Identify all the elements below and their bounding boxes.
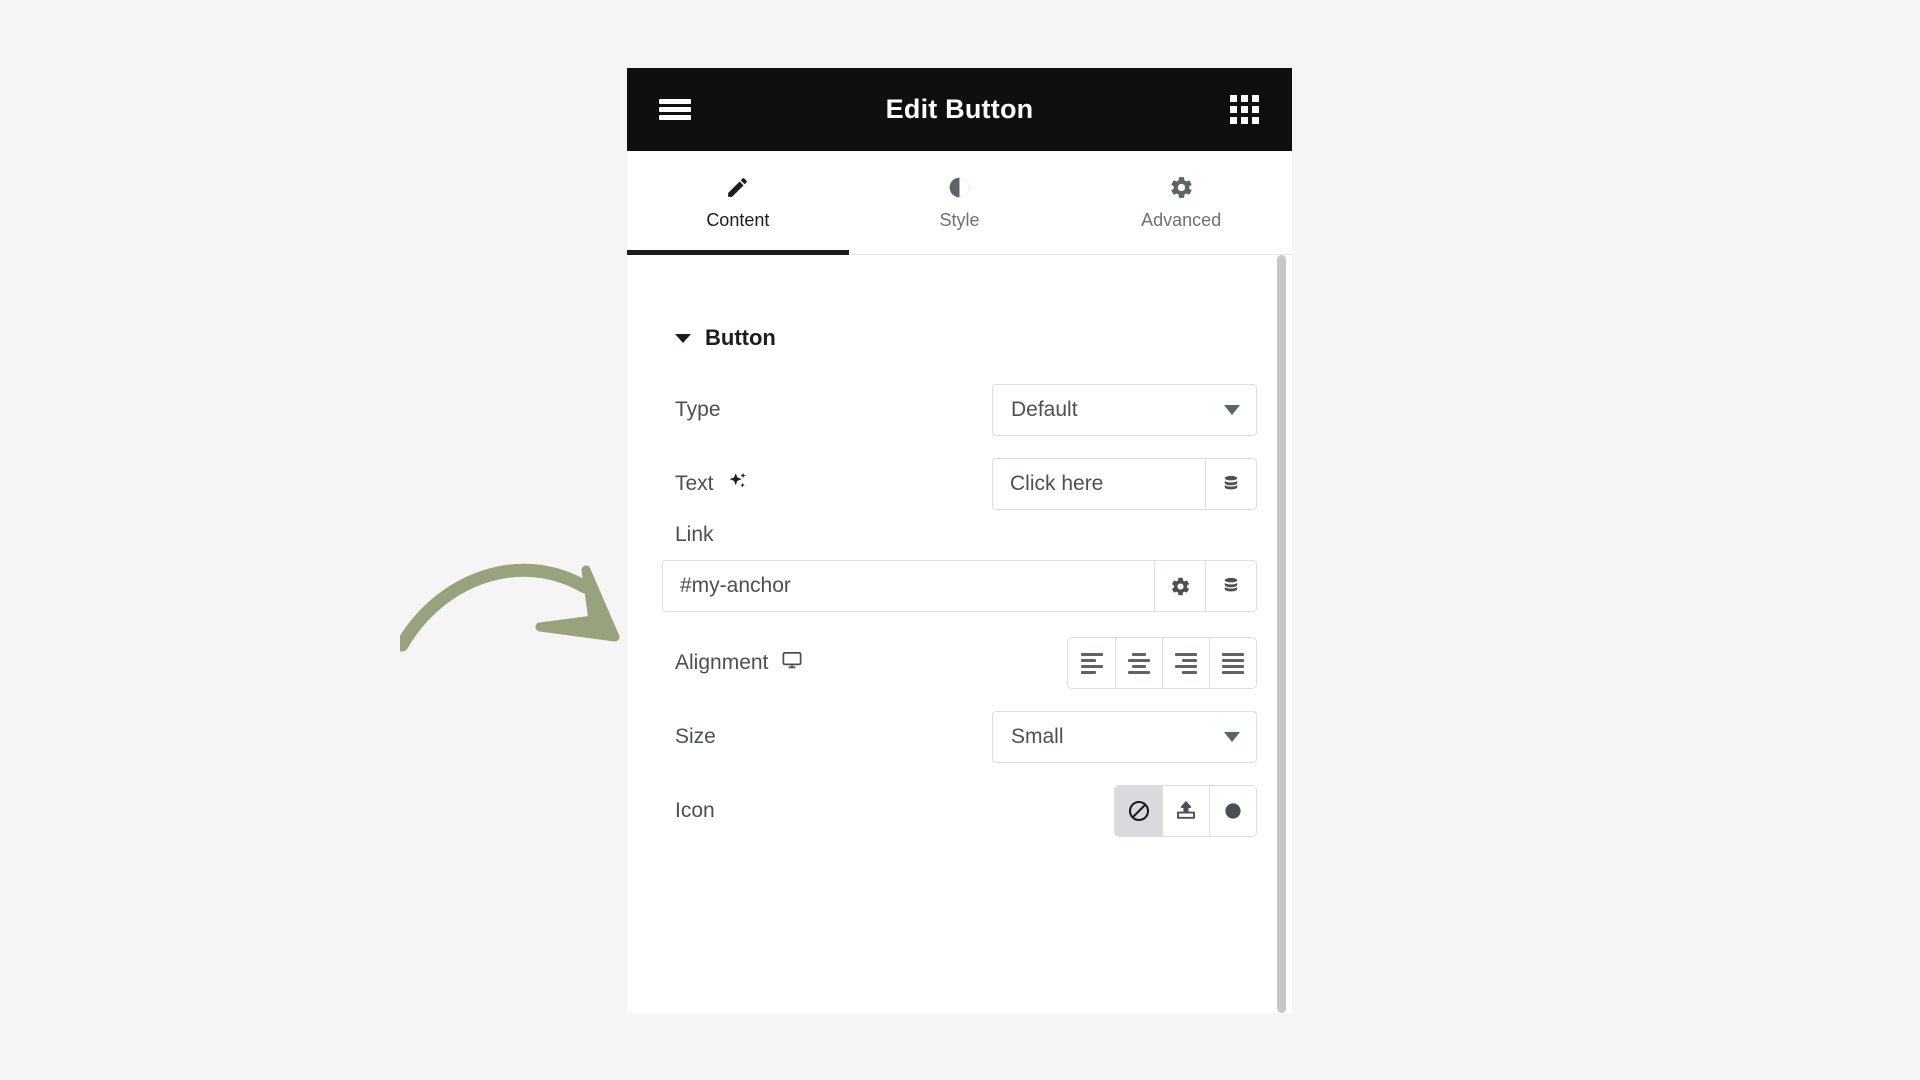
elementor-editor-panel: Edit Button Content Style Advanced Butto… [627,68,1292,1013]
size-select-value: Small [1011,725,1064,748]
ai-sparkle-icon[interactable] [727,470,749,498]
tab-advanced-label: Advanced [1141,210,1222,230]
tab-advanced[interactable]: Advanced [1070,151,1292,254]
alignment-label-wrap: Alignment [662,649,890,677]
control-row-icon: Icon [662,774,1257,848]
size-field: Small [890,711,1257,763]
grid-dot [1229,106,1237,113]
link-input[interactable]: #my-anchor [663,561,1154,611]
type-select[interactable]: Default [992,384,1257,436]
burger-bar [659,99,691,104]
grid-dot [1251,106,1259,113]
text-input-group: Click here [992,458,1257,510]
burger-bar [659,107,691,112]
screen: Edit Button Content Style Advanced Butto… [0,0,1920,1080]
text-dynamic-tag-button[interactable] [1205,459,1256,509]
chevron-down-icon [1224,732,1240,742]
desktop-icon[interactable] [781,649,803,677]
text-label-wrap: Text [662,470,890,498]
size-label-wrap: Size [662,725,890,749]
chevron-down-icon [1224,405,1240,415]
no-icon [1128,800,1149,822]
icon-choices [1114,785,1257,837]
pencil-icon [725,174,750,200]
size-label: Size [675,725,716,748]
type-label-wrap: Type [662,398,890,422]
size-select[interactable]: Small [992,711,1257,763]
grid-dot [1229,117,1237,124]
grid-dot [1251,117,1259,124]
grid-dot [1251,95,1259,102]
alignment-choices [1067,637,1257,689]
align-center-icon [1128,652,1150,674]
icon-field [890,785,1257,837]
section-button[interactable]: Button [662,255,1257,373]
align-justify-icon [1222,652,1244,674]
tab-style[interactable]: Style [849,151,1071,254]
icon-upload-svg-button[interactable] [1162,786,1209,836]
panel-tabs: Content Style Advanced [627,151,1292,255]
grid-dot [1240,106,1248,113]
type-field: Default [890,384,1257,436]
section-title: Button [705,325,776,350]
scrollbar-thumb[interactable] [1277,255,1286,1013]
control-row-type: Type Default [662,373,1257,447]
control-row-alignment: Alignment [662,626,1257,700]
tab-style-label: Style [939,210,980,230]
text-field: Click here [890,458,1257,510]
upload-icon [1177,801,1195,819]
widgets-grid-icon[interactable] [1224,90,1264,130]
panel-body: Button Type Default Text Click here Link… [627,255,1292,1013]
text-label: Text [675,472,714,495]
type-label: Type [675,398,721,421]
caret-down-icon [675,333,691,343]
filled-circle-icon [1225,803,1241,819]
gear-icon [1169,174,1194,200]
align-left-button[interactable] [1068,638,1115,688]
align-justify-button[interactable] [1209,638,1256,688]
icon-label-wrap: Icon [662,799,890,823]
link-options-button[interactable] [1154,561,1205,611]
icon-none-button[interactable] [1115,786,1162,836]
grid-dot [1240,117,1248,124]
database-icon [1224,475,1238,490]
control-row-text: Text Click here [662,447,1257,521]
type-select-value: Default [1011,398,1078,421]
align-center-button[interactable] [1115,638,1162,688]
alignment-label: Alignment [675,651,769,674]
link-input-group: #my-anchor [662,560,1257,612]
database-icon [1224,577,1238,592]
page-title: Edit Button [885,94,1034,124]
tab-content[interactable]: Content [627,151,849,255]
contrast-circle-icon [947,174,972,200]
hamburger-menu-icon[interactable] [655,90,695,130]
control-row-link: Link #my-anchor [662,521,1257,626]
panel-header: Edit Button [627,68,1292,151]
panel-scroll-area: Button Type Default Text Click here Link… [627,255,1292,1013]
grid-dot [1240,95,1248,102]
tab-content-label: Content [706,210,770,230]
burger-bar [659,115,691,120]
link-label: Link [675,523,714,546]
gear-icon [1171,577,1189,595]
align-right-button[interactable] [1162,638,1209,688]
panel-scrollbar[interactable] [1277,255,1286,1013]
icon-library-button[interactable] [1209,786,1256,836]
text-input[interactable]: Click here [993,459,1205,509]
control-row-size: Size Small [662,700,1257,774]
link-dynamic-tag-button[interactable] [1205,561,1256,611]
align-right-icon [1175,652,1197,674]
grid-dot [1229,95,1237,102]
align-left-icon [1080,652,1103,674]
alignment-field [890,637,1257,689]
icon-label: Icon [675,799,715,822]
